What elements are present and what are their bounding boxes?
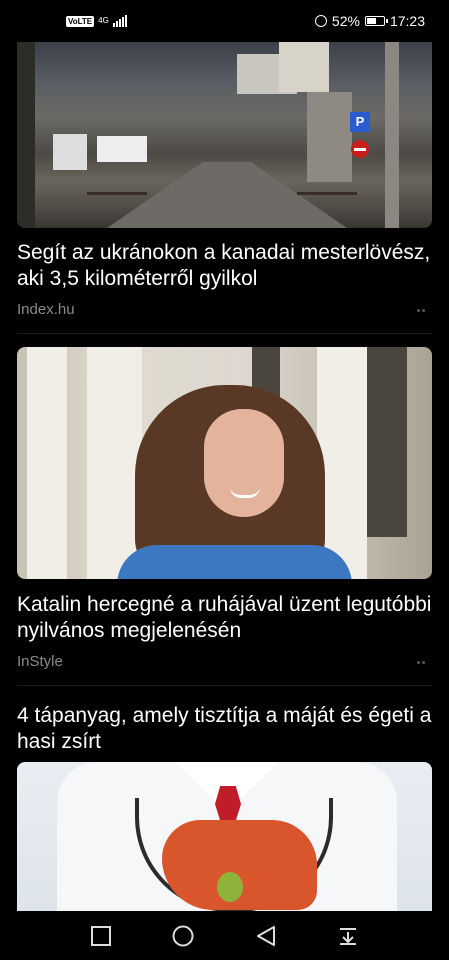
war-street-image[interactable]: P [17, 42, 432, 228]
triangle-back-icon[interactable] [254, 924, 278, 948]
status-right: 52% 17:23 [314, 13, 425, 29]
alarm-icon [314, 15, 327, 27]
status-bar: VoLTE 4G 52% 17:23 [0, 0, 449, 42]
volte-badge: VoLTE [66, 15, 95, 27]
battery-percent: 52% [331, 13, 360, 29]
article-3-title[interactable]: 4 tápanyag, amely tisztítja a máját és é… [17, 703, 432, 755]
network-type: 4G [98, 16, 109, 25]
navigation-bar [0, 911, 449, 960]
article-2-title[interactable]: Katalin hercegné a ruhájával üzent legut… [17, 592, 432, 644]
more-options-icon[interactable] [417, 659, 429, 665]
divider [17, 333, 432, 334]
divider [17, 685, 432, 686]
signal-icon [112, 15, 127, 27]
news-feed-screen: VoLTE 4G 52% 17:23 P Segít az ukránokon … [0, 0, 449, 960]
article-1-source: Index.hu [17, 301, 75, 318]
portrait-image[interactable] [17, 347, 432, 579]
circle-home-icon[interactable] [171, 924, 195, 948]
clock: 17:23 [389, 13, 425, 29]
pull-down-icon[interactable] [336, 924, 360, 948]
square-recents-icon[interactable] [89, 924, 113, 948]
battery-icon [364, 16, 388, 26]
article-2-source: InStyle [17, 653, 63, 670]
status-left: VoLTE 4G [66, 15, 127, 27]
article-1-title[interactable]: Segít az ukránokon a kanadai mesterlövés… [17, 240, 432, 292]
liver-doctor-image[interactable] [17, 762, 432, 911]
more-options-icon[interactable] [417, 307, 429, 313]
